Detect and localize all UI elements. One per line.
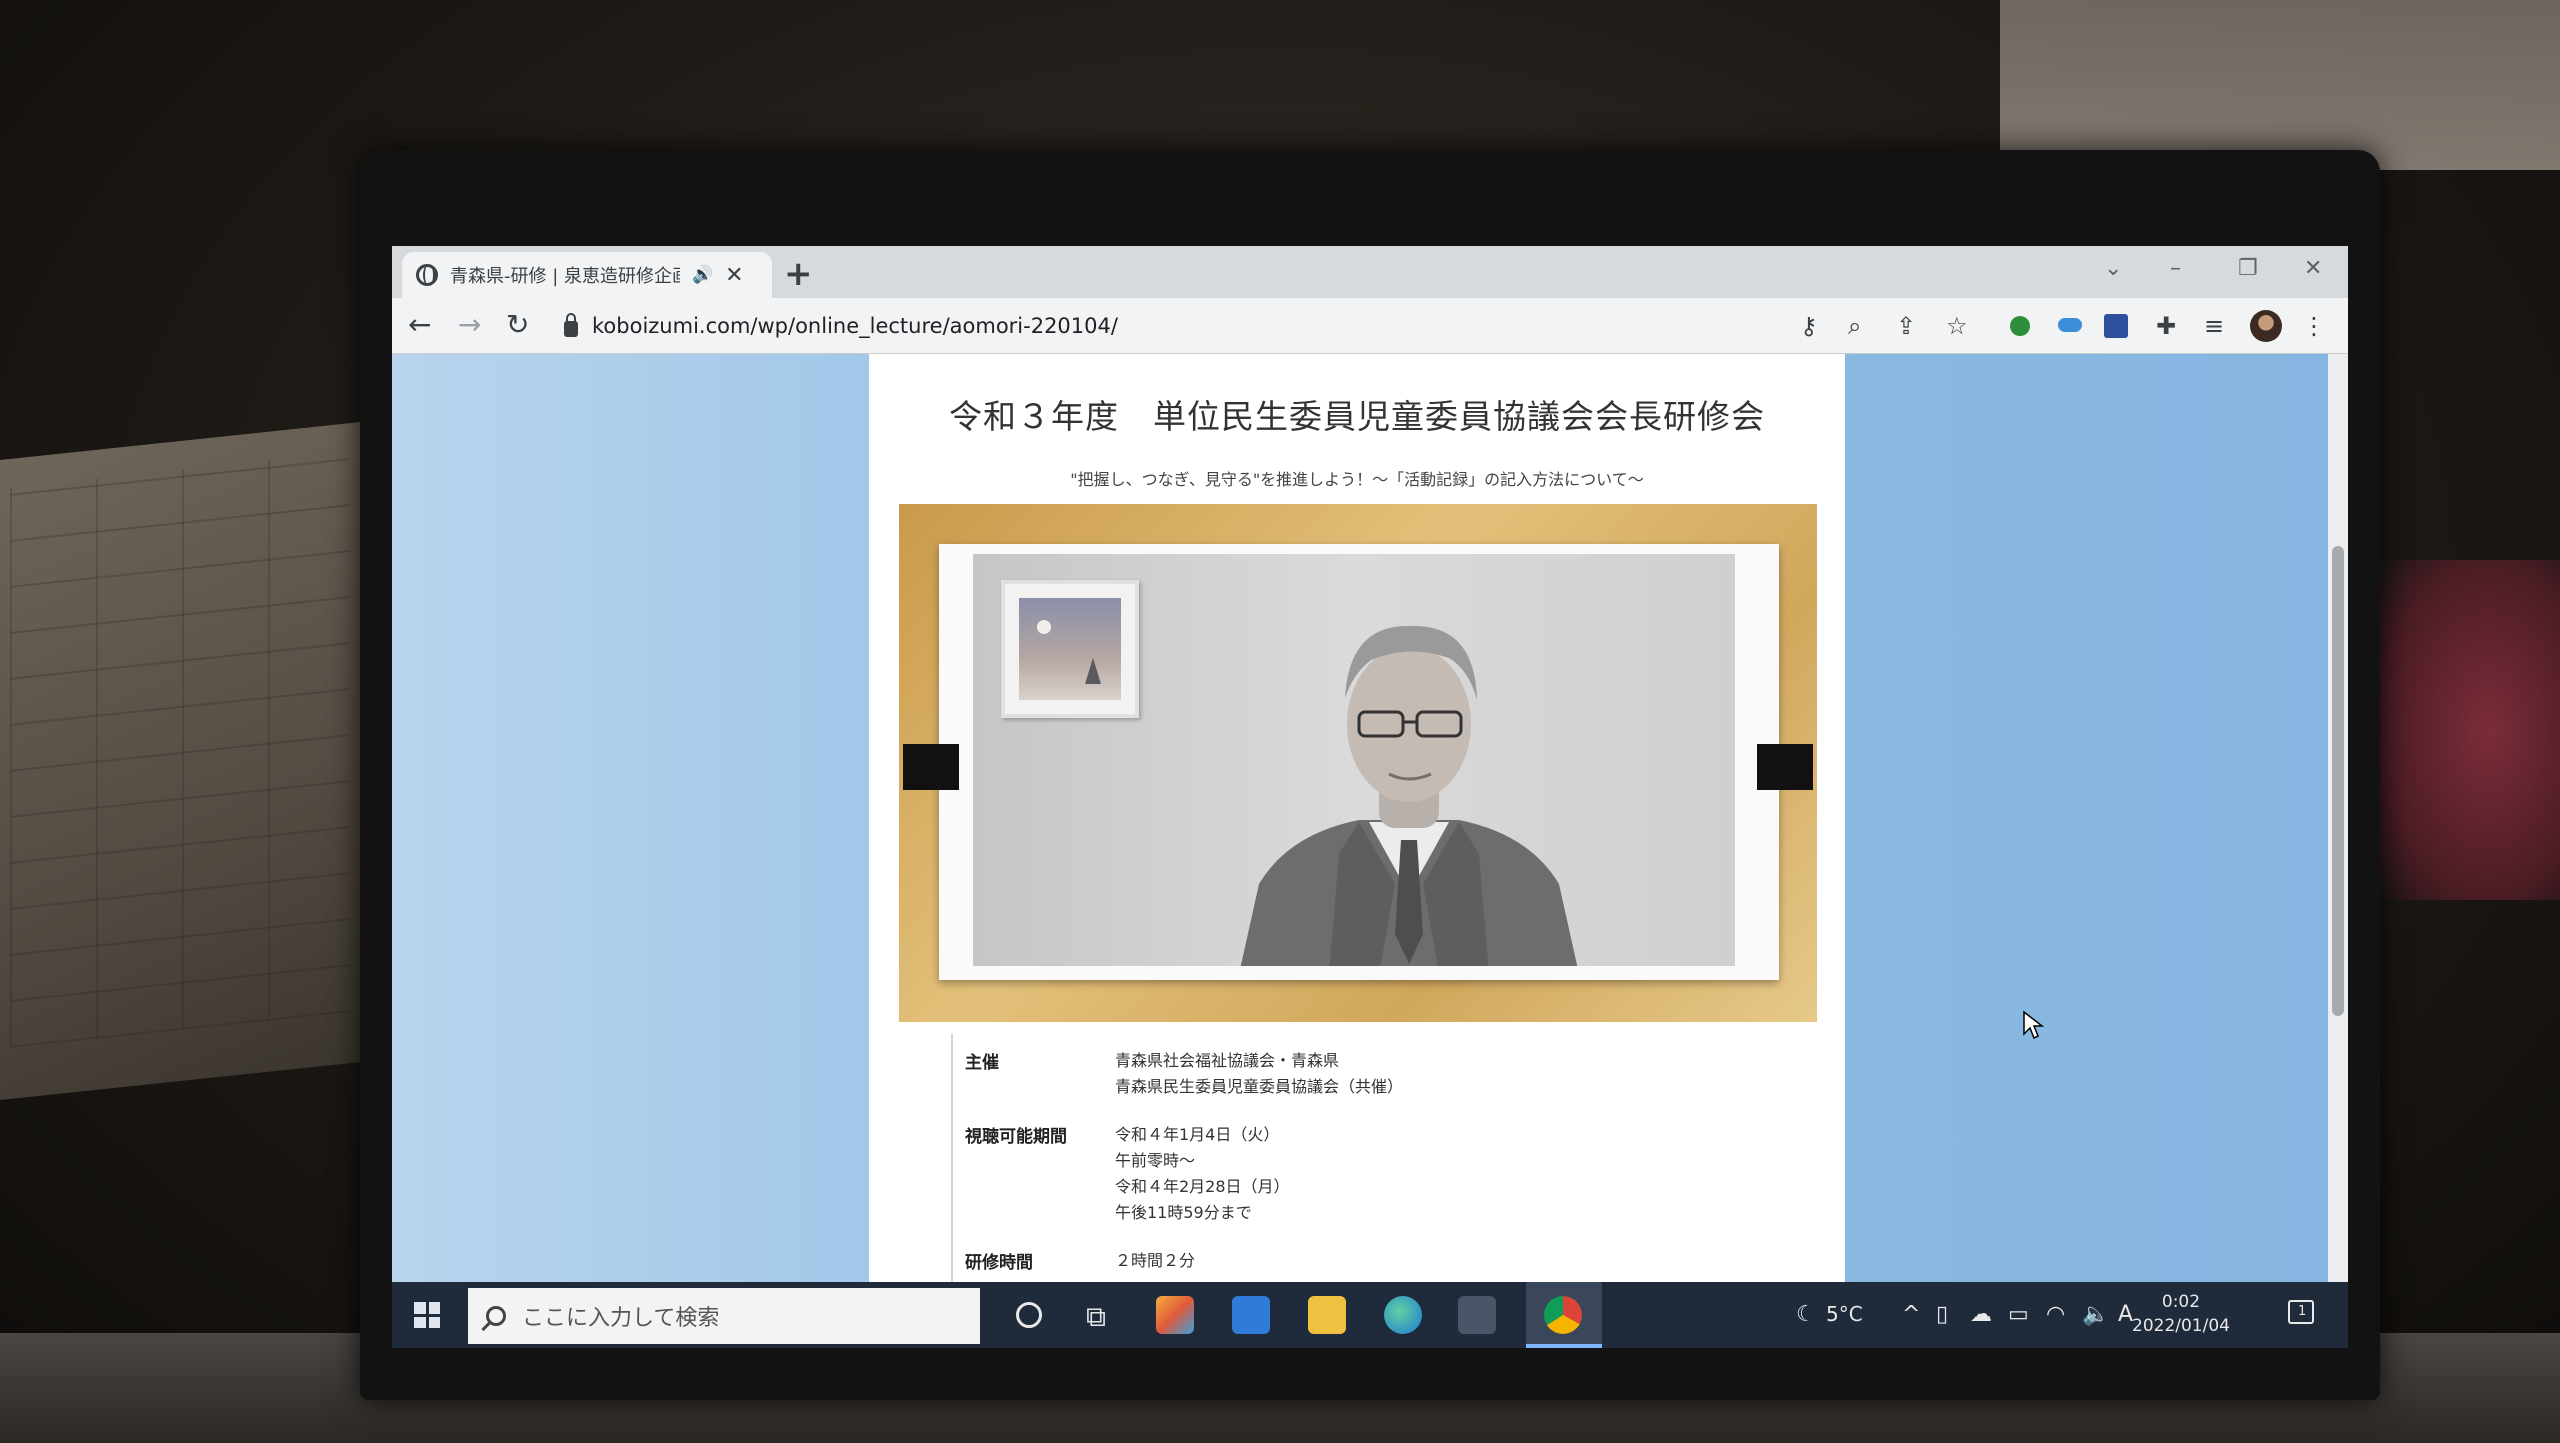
taskbar-search-box[interactable]: ここに入力して検索 [468,1288,980,1344]
media-control-icon[interactable]: ≡ [2204,312,2224,340]
ime-indicator[interactable]: A [2118,1302,2133,1327]
wall-picture [1001,580,1139,718]
event-info-table: 主催 青森県社会福祉協議会・青森県 青森県民生委員児童委員協議会（共催） 視聴可… [965,1048,1805,1282]
extension-blue-icon[interactable] [2104,314,2128,338]
file-explorer-icon[interactable] [1308,1296,1346,1334]
info-value: 令和４年2月28日（月） [1115,1177,1290,1196]
tab-title: 青森県-研修 | 泉恵造研修企画 [450,266,680,287]
task-view-icon[interactable]: ⧉ [1086,1300,1106,1334]
video-right-handle[interactable] [1757,744,1813,790]
chrome-icon [1544,1296,1582,1334]
weather-moon-icon[interactable]: ☾ [1796,1302,1816,1327]
taskbar-clock[interactable]: 0:02 2022/01/04 [2132,1290,2230,1338]
windows-taskbar: ここに入力して検索 ⧉ ☾ 5°C ^ ▯ ☁ ▭ ◠ 🔈 A 0:02 202… [392,1282,2348,1348]
notification-count: 1 [2298,1304,2307,1319]
share-icon[interactable]: ⇪ [1896,312,1916,340]
lock-icon[interactable] [564,313,578,337]
info-value: 青森県社会福祉協議会・青森県 [1115,1051,1340,1070]
search-placeholder: ここに入力して検索 [522,1306,720,1331]
cortana-icon[interactable] [1016,1302,1042,1328]
minimize-button[interactable]: – [2170,256,2181,281]
info-row-period: 視聴可能期間 令和４年1月4日（火） 午前零時～ 令和４年2月28日（月） 午後… [965,1122,1805,1226]
camera-icon[interactable] [1458,1296,1496,1334]
background-paper-grid [10,452,350,1048]
info-label: 研修時間 [965,1253,1033,1273]
close-window-button[interactable]: ✕ [2304,256,2322,281]
laptop-screen: 青森県-研修 | 泉恵造研修企画 🔊 ✕ + ⌄ – ❐ ✕ ← → ↻ kob… [392,246,2348,1348]
windows-start-icon[interactable] [414,1302,440,1328]
wifi-icon[interactable]: ◠ [2046,1302,2065,1327]
background-object [2380,560,2560,900]
speaker-icon[interactable]: 🔊 [692,265,713,285]
onedrive-icon[interactable]: ☁ [1970,1302,1992,1327]
reload-icon[interactable]: ↻ [506,308,529,341]
mail-icon[interactable] [1232,1296,1270,1334]
scrollbar-thumb[interactable] [2332,546,2344,1016]
extensions-puzzle-icon[interactable]: ✚ [2156,312,2176,340]
info-divider [951,1034,953,1282]
restore-button[interactable]: ❐ [2238,256,2258,281]
forward-arrow-icon[interactable]: → [458,308,481,341]
browser-tab-strip: 青森県-研修 | 泉恵造研修企画 🔊 ✕ + ⌄ – ❐ ✕ [392,246,2348,298]
chrome-taskbar-button[interactable] [1526,1282,1602,1348]
tab-search-chevron-icon[interactable]: ⌄ [2104,256,2122,281]
info-label: 視聴可能期間 [965,1127,1067,1147]
zoom-icon[interactable]: ⌕ [1848,312,1861,340]
tray-chevron-icon[interactable]: ^ [1902,1302,1920,1327]
url-text[interactable]: koboizumi.com/wp/online_lecture/aomori-2… [592,314,1118,338]
info-value: 午前零時～ [1115,1151,1196,1170]
meet-icon[interactable]: ▯ [1936,1302,1948,1327]
clock-date: 2022/01/04 [2132,1316,2230,1336]
close-tab-icon[interactable]: ✕ [725,263,743,288]
extension-cloud-icon[interactable] [2058,318,2082,332]
extension-green-icon[interactable] [2010,316,2030,336]
page-viewport: 令和３年度 単位民生委員児童委員協議会会長研修会 "把握し、つなぎ、見守る"を推… [392,354,2328,1282]
key-icon[interactable]: ⚷ [1800,312,1818,340]
video-scene [973,554,1735,966]
content-column: 令和３年度 単位民生委員児童委員協議会会長研修会 "把握し、つなぎ、見守る"を推… [869,354,1845,1282]
weather-temp[interactable]: 5°C [1826,1302,1863,1326]
speaker-portrait [1240,625,1578,966]
info-row-organizer: 主催 青森県社会福祉協議会・青森県 青森県民生委員児童委員協議会（共催） [965,1048,1805,1100]
video-card [939,544,1779,980]
page-scrollbar[interactable] [2328,354,2348,1282]
battery-icon[interactable]: ▭ [2008,1302,2029,1327]
new-tab-button[interactable]: + [784,254,813,294]
menu-kebab-icon[interactable]: ⋮ [2302,312,2326,340]
info-row-duration: 研修時間 ２時間２分 [965,1248,1805,1274]
mouse-cursor-icon [2023,1010,2044,1040]
video-player[interactable] [899,504,1817,1022]
back-arrow-icon[interactable]: ← [408,308,431,341]
page-subtitle: "把握し、つなぎ、見守る"を推進しよう！～「活動記録」の記入方法について～ [1070,470,1644,489]
bookmark-star-icon[interactable]: ☆ [1946,312,1968,340]
profile-avatar[interactable] [2250,310,2282,342]
edge-icon[interactable] [1384,1296,1422,1334]
clock-time: 0:02 [2161,1292,2201,1312]
video-left-handle[interactable] [903,744,959,790]
volume-icon[interactable]: 🔈 [2082,1302,2109,1327]
globe-icon [416,264,438,286]
notification-icon[interactable]: 1 [2288,1300,2314,1324]
search-icon [486,1306,506,1326]
info-value: ２時間２分 [1115,1251,1196,1270]
info-value: 令和４年1月4日（火） [1115,1125,1280,1144]
store-icon[interactable] [1156,1296,1194,1334]
info-value: 午後11時59分まで [1115,1203,1252,1222]
info-label: 主催 [965,1053,999,1073]
browser-tab[interactable]: 青森県-研修 | 泉恵造研修企画 🔊 ✕ [402,252,772,298]
info-value: 青森県民生委員児童委員協議会（共催） [1115,1077,1404,1096]
page-title: 令和３年度 単位民生委員児童委員協議会会長研修会 [949,397,1765,436]
browser-toolbar: ← → ↻ koboizumi.com/wp/online_lecture/ao… [392,298,2348,354]
background-box [2000,0,2560,170]
